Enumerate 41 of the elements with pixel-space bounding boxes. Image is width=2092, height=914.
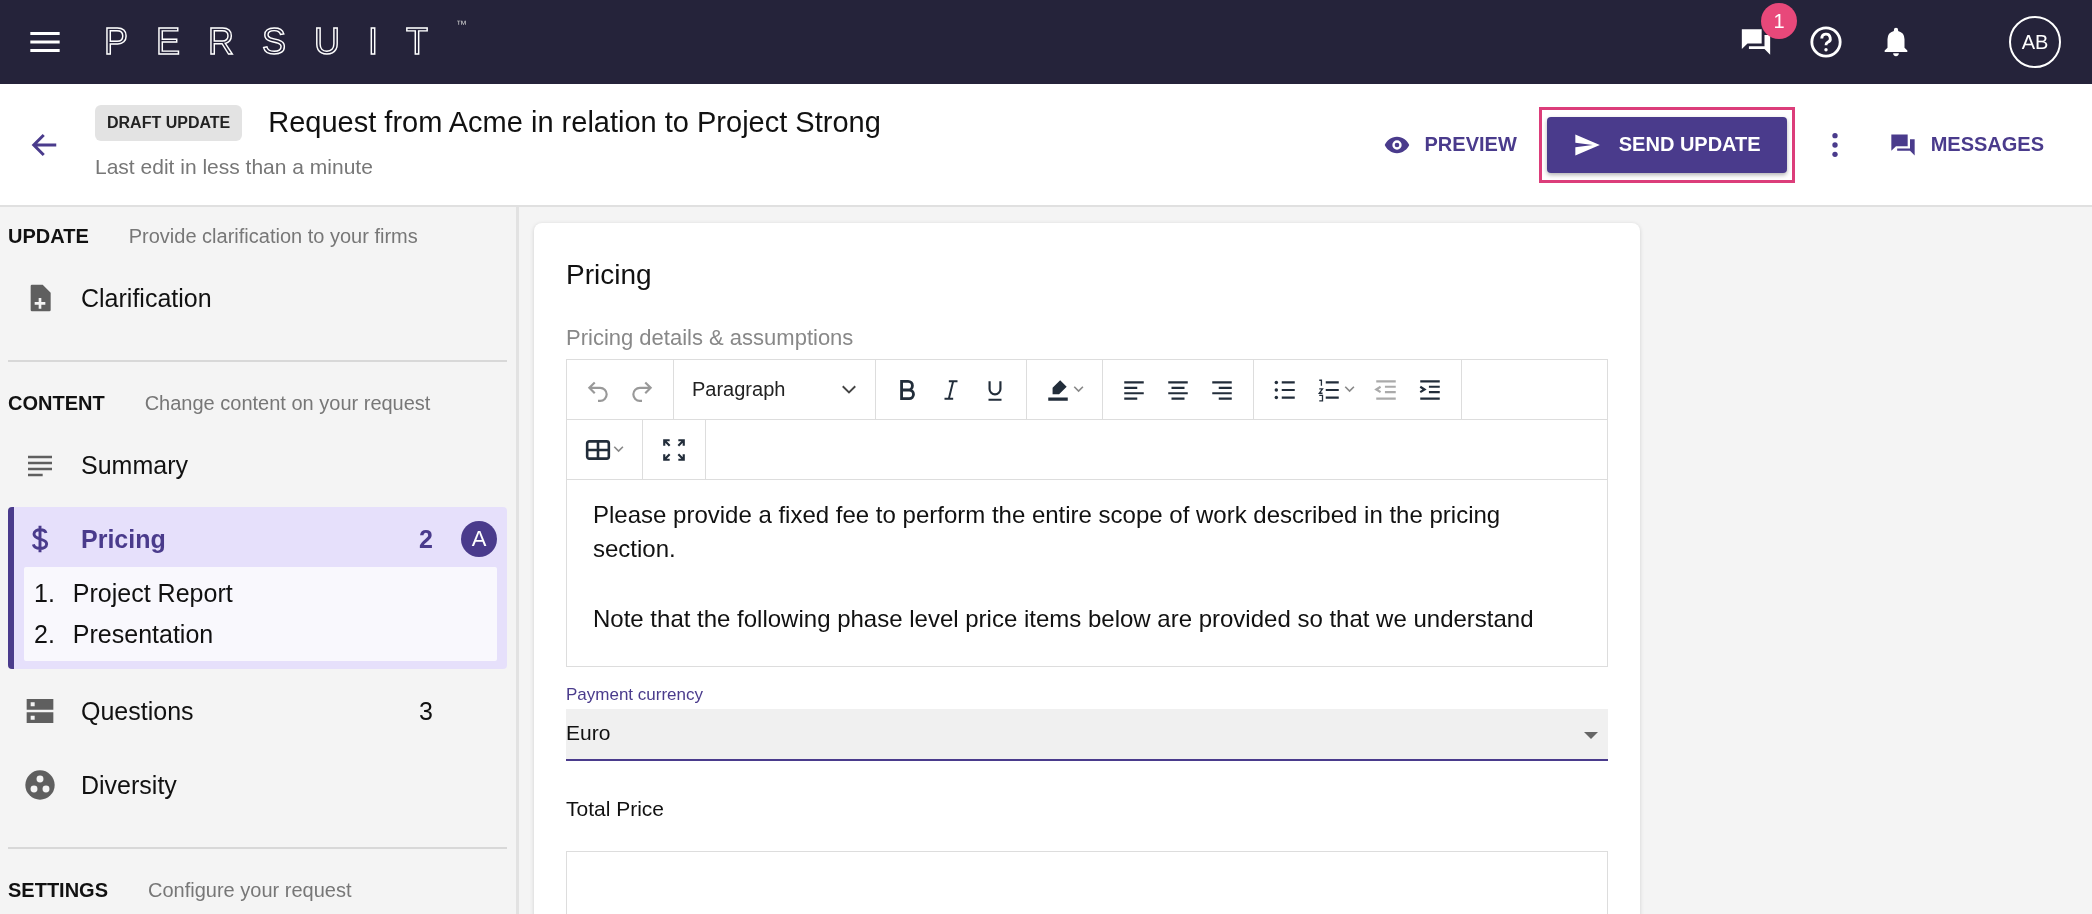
total-price-label: Total Price <box>566 797 666 821</box>
logo: PERSUIT <box>104 21 457 63</box>
diversity-icon <box>24 769 56 801</box>
user-avatar[interactable]: AB <box>2009 16 2061 68</box>
messages-button[interactable]: MESSAGES <box>1882 122 2050 167</box>
trademark-mark: ™ <box>456 18 468 30</box>
preview-button[interactable]: PREVIEW <box>1376 122 1523 167</box>
section-hint: Provide clarification to your firms <box>128 225 418 248</box>
request-title: Request from Acme in relation to Project Strong <box>268 106 881 139</box>
notification-badge: 1 <box>1761 3 1797 39</box>
section-heading: UPDATE <box>8 225 89 248</box>
section-hint: Configure your request <box>148 879 352 902</box>
chevron-down-icon <box>841 384 858 395</box>
item-count: 2 <box>419 524 433 554</box>
block-format-dropdown[interactable]: Paragraph <box>692 378 858 401</box>
selected-nav-item[interactable]: Pricing 2 A 1. Project Report 2. Presentation <box>8 507 507 669</box>
help-icon[interactable] <box>1809 25 1843 59</box>
nav-item-label[interactable]: Summary <box>81 450 188 480</box>
editor-content[interactable]: Please provide a fixed fee to perform the entire scope of work described in the pricing section. Note that the following phase level price items below are provided so that we understand <box>567 480 1607 666</box>
section-heading: SETTINGS <box>8 879 108 902</box>
sub-item-label[interactable]: Project Report <box>72 579 233 608</box>
assignee-avatar: A <box>461 521 497 557</box>
last-edit-text: Last edit in less than a minute <box>95 154 374 179</box>
editor-label: Pricing details & assumptions <box>566 325 855 351</box>
item-count: 3 <box>419 696 433 726</box>
nav-item-label[interactable]: Clarification <box>81 283 212 313</box>
nav-item-label[interactable]: Diversity <box>81 770 177 800</box>
nav-item-label[interactable]: Questions <box>81 696 194 726</box>
sub-item-label[interactable]: Presentation <box>72 620 214 649</box>
fullscreen-icon[interactable] <box>661 436 687 463</box>
list-number: 1. <box>34 579 55 608</box>
menu-icon[interactable] <box>30 31 60 53</box>
section-hint: Change content on your request <box>144 392 431 415</box>
list-number: 2. <box>34 620 55 649</box>
section-heading: CONTENT <box>8 392 105 415</box>
dropdown-arrow-icon <box>1584 732 1598 739</box>
more-options-icon[interactable] <box>1830 130 1839 159</box>
draft-badge: DRAFT UPDATE <box>95 104 243 141</box>
send-update-button[interactable]: SEND UPDATE <box>1546 116 1787 173</box>
nav-item-label: Pricing <box>81 524 166 554</box>
card-title: Pricing <box>566 259 653 291</box>
